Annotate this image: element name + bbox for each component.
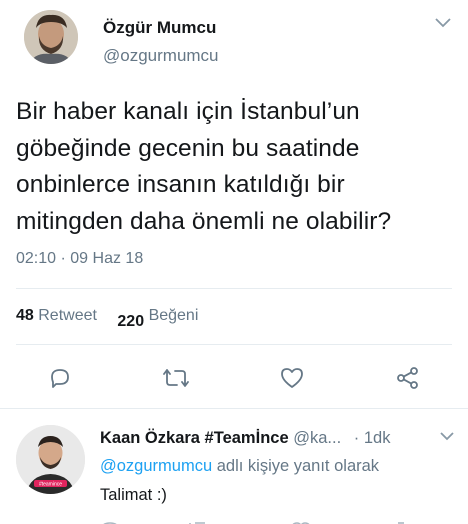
divider: [16, 344, 452, 345]
reply-time[interactable]: 1dk: [364, 429, 391, 447]
reply-chevron-down-icon[interactable]: [439, 429, 455, 447]
share-icon: [397, 367, 418, 389]
tweet-text: Bir haber kanalı için İstanbul’un göbeği…: [16, 98, 392, 235]
reply-author-name[interactable]: Kaan Özkara #Teamİnce: [100, 429, 289, 447]
like-label: Beğeni: [148, 307, 199, 324]
reply-context: @ozgurmumcu adlı kişiye yanıt olarak: [100, 457, 379, 476]
chevron-down-icon[interactable]: [434, 16, 452, 34]
reply-time-separator: ·: [353, 429, 360, 447]
retweet-label: Retweet: [38, 307, 97, 324]
retweet-stat[interactable]: 48 Retweet: [16, 307, 97, 324]
tweet-timestamp[interactable]: 02:10 · 09 Haz 18: [16, 250, 143, 268]
divider: [16, 288, 452, 289]
like-icon: [281, 368, 303, 388]
reply-button[interactable]: [46, 364, 74, 392]
reply-author-line: Kaan Özkara #Teamİnce @ka... · 1dk: [100, 429, 390, 448]
author-avatar[interactable]: [24, 10, 78, 64]
retweet-button[interactable]: [162, 364, 190, 392]
like-stat[interactable]: 220 Beğeni: [117, 307, 199, 330]
like-count: 220: [117, 313, 145, 330]
retweet-icon: [163, 369, 189, 387]
reply-text: Talimat :): [100, 486, 167, 504]
mention-link[interactable]: @ozgurmumcu: [100, 457, 212, 475]
tweet-date: 09 Haz 18: [70, 250, 144, 267]
share-button[interactable]: [394, 364, 422, 392]
reply-action-bar: [0, 516, 468, 524]
author-name[interactable]: Özgür Mumcu: [103, 18, 216, 38]
reply-author-handle[interactable]: @ka...: [293, 429, 341, 447]
author-handle[interactable]: @ozgurmumcu: [103, 46, 219, 66]
reply-icon: [51, 369, 69, 388]
tweet-time: 02:10: [16, 250, 57, 267]
reply-context-text: adlı kişiye yanıt olarak: [216, 457, 380, 475]
reply-author-avatar[interactable]: #teamince: [16, 425, 85, 494]
retweet-count: 48: [16, 307, 34, 324]
like-button[interactable]: [278, 364, 306, 392]
timestamp-separator: ·: [60, 250, 66, 267]
divider: [0, 408, 468, 409]
tweet-stats: 48 Retweet 220 Beğeni: [16, 307, 199, 330]
avatar-badge: #teamince: [39, 482, 62, 488]
